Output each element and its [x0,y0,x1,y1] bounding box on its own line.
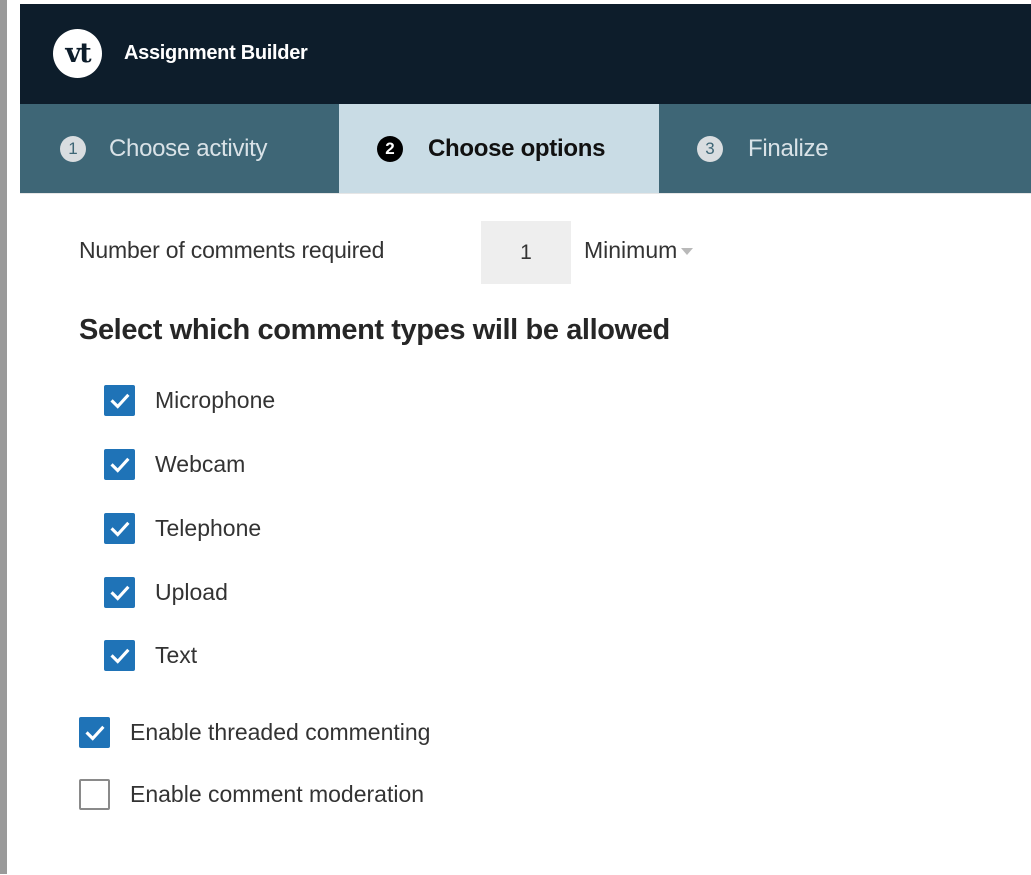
checkbox-checked-icon[interactable] [104,577,135,608]
checkbox-checked-icon[interactable] [79,717,110,748]
step-choose-options[interactable]: 2 Choose options [339,104,659,193]
option-label: Upload [155,579,228,605]
option-label: Webcam [155,451,246,477]
comment-types-heading: Select which comment types will be allow… [79,314,670,346]
checkbox-checked-icon[interactable] [104,385,135,416]
options-panel: Number of comments required Minimum Sele… [20,193,1031,875]
checkbox-webcam[interactable]: Webcam [104,449,245,480]
comments-mode-value: Minimum [584,237,678,263]
checkbox-telephone[interactable]: Telephone [104,513,261,544]
comments-count-input[interactable] [481,221,571,284]
checkbox-upload[interactable]: Upload [104,577,228,608]
checkbox-checked-icon[interactable] [104,640,135,671]
step-choose-activity[interactable]: 1 Choose activity [20,104,339,193]
checkbox-comment-moderation[interactable]: Enable comment moderation [79,779,424,810]
step-navigation: 1 Choose activity 2 Choose options 3 Fin… [20,104,1031,193]
caret-down-icon [681,248,694,255]
step-label: Choose activity [109,134,268,162]
option-label: Text [155,642,198,668]
step-finalize[interactable]: 3 Finalize [659,104,1031,193]
comments-required-row: Number of comments required Minimum [20,194,920,294]
vt-logo: vt [53,29,102,78]
checkbox-threaded-commenting[interactable]: Enable threaded commenting [79,717,430,748]
checkbox-microphone[interactable]: Microphone [104,385,275,416]
checkbox-unchecked-icon[interactable] [79,779,110,810]
app-title: Assignment Builder [124,42,308,64]
checkbox-checked-icon[interactable] [104,449,135,480]
step-label: Finalize [748,134,829,162]
step-number-badge: 2 [377,135,403,162]
checkbox-checked-icon[interactable] [104,513,135,544]
step-number-badge: 3 [697,135,723,162]
app-header: vt Assignment Builder [20,4,1031,104]
step-label: Choose options [428,134,606,162]
comments-required-label: Number of comments required [79,237,385,263]
step-number-badge: 1 [60,135,86,162]
checkbox-text[interactable]: Text [104,640,197,671]
assignment-builder-app: vt Assignment Builder 1 Choose activity … [20,0,1031,874]
option-label: Enable comment moderation [130,781,425,807]
left-edge-rail [0,0,7,874]
option-label: Enable threaded commenting [130,719,431,745]
comments-mode-dropdown[interactable]: Minimum [584,237,694,264]
option-label: Microphone [155,387,276,413]
option-label: Telephone [155,515,262,541]
